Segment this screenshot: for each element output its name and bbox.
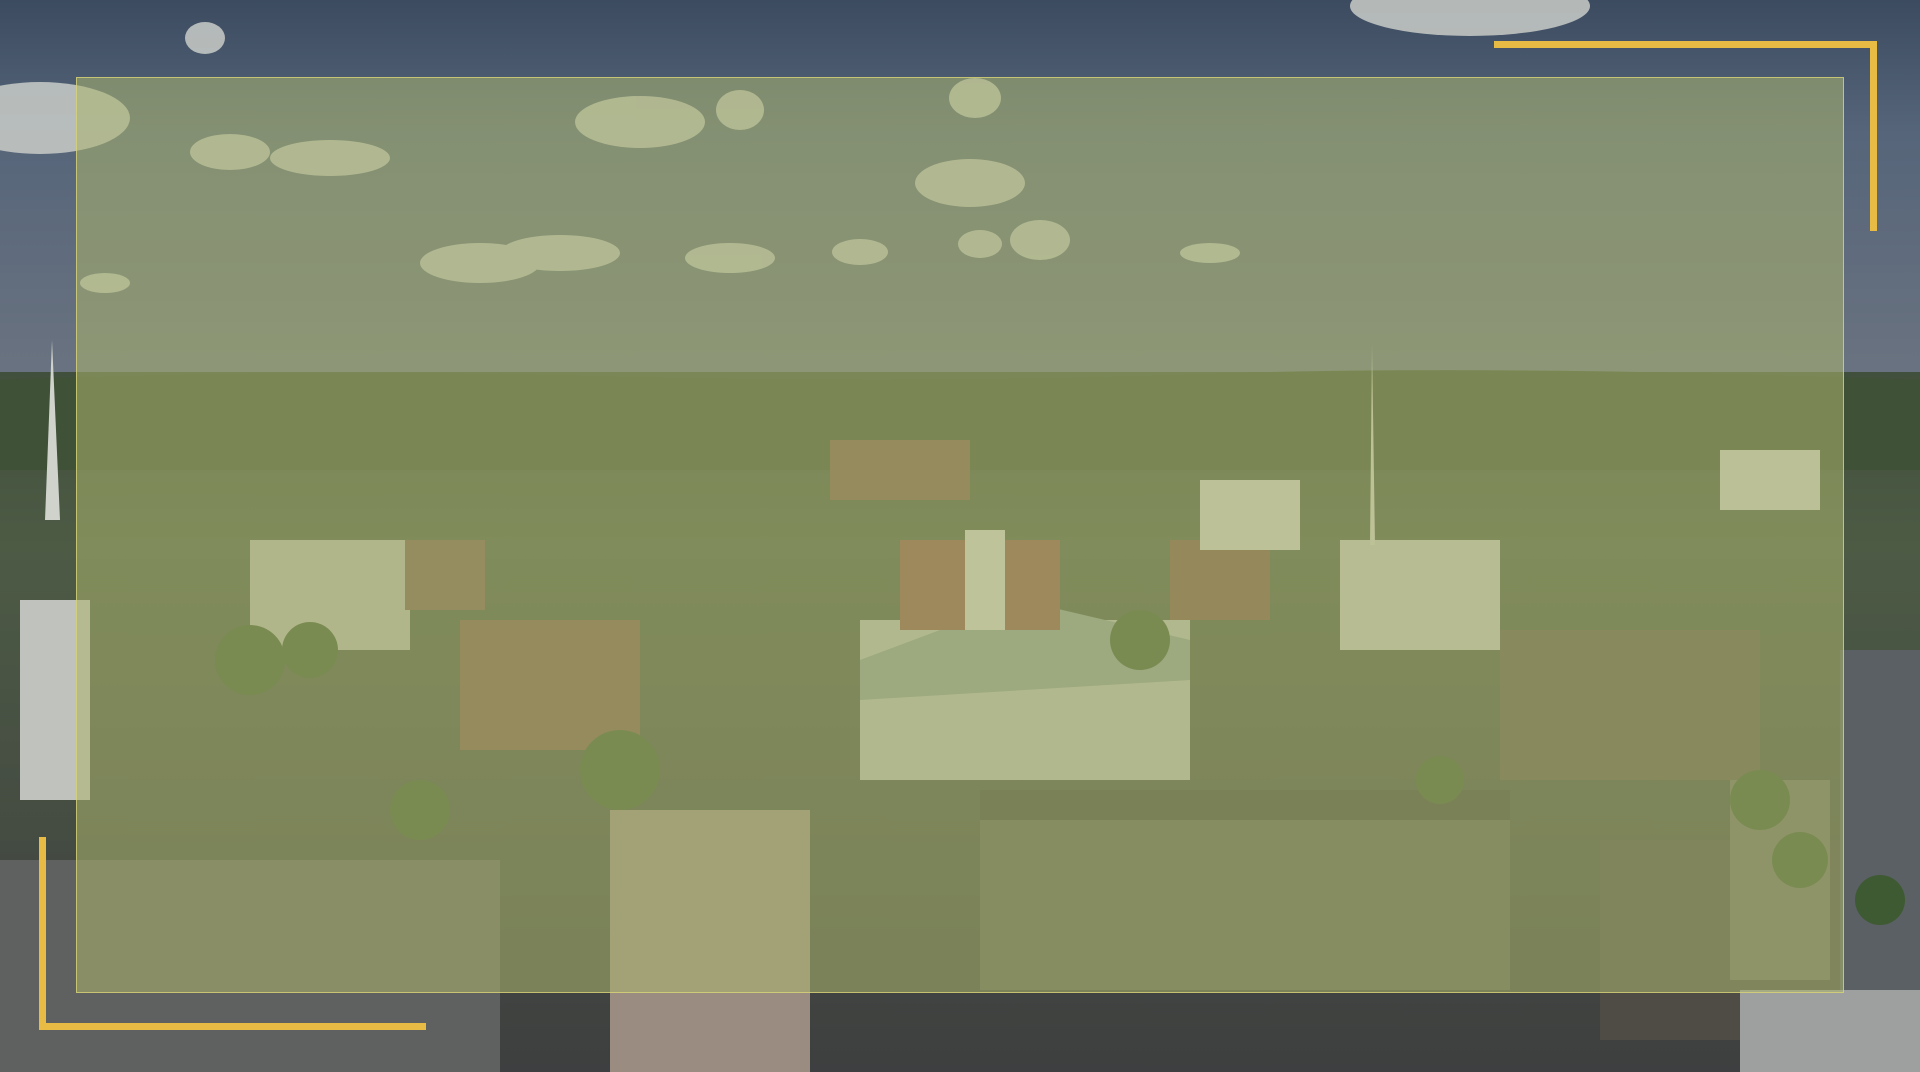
corner-bracket-top-right — [1494, 41, 1877, 231]
corner-bracket-bottom-left — [39, 837, 426, 1030]
